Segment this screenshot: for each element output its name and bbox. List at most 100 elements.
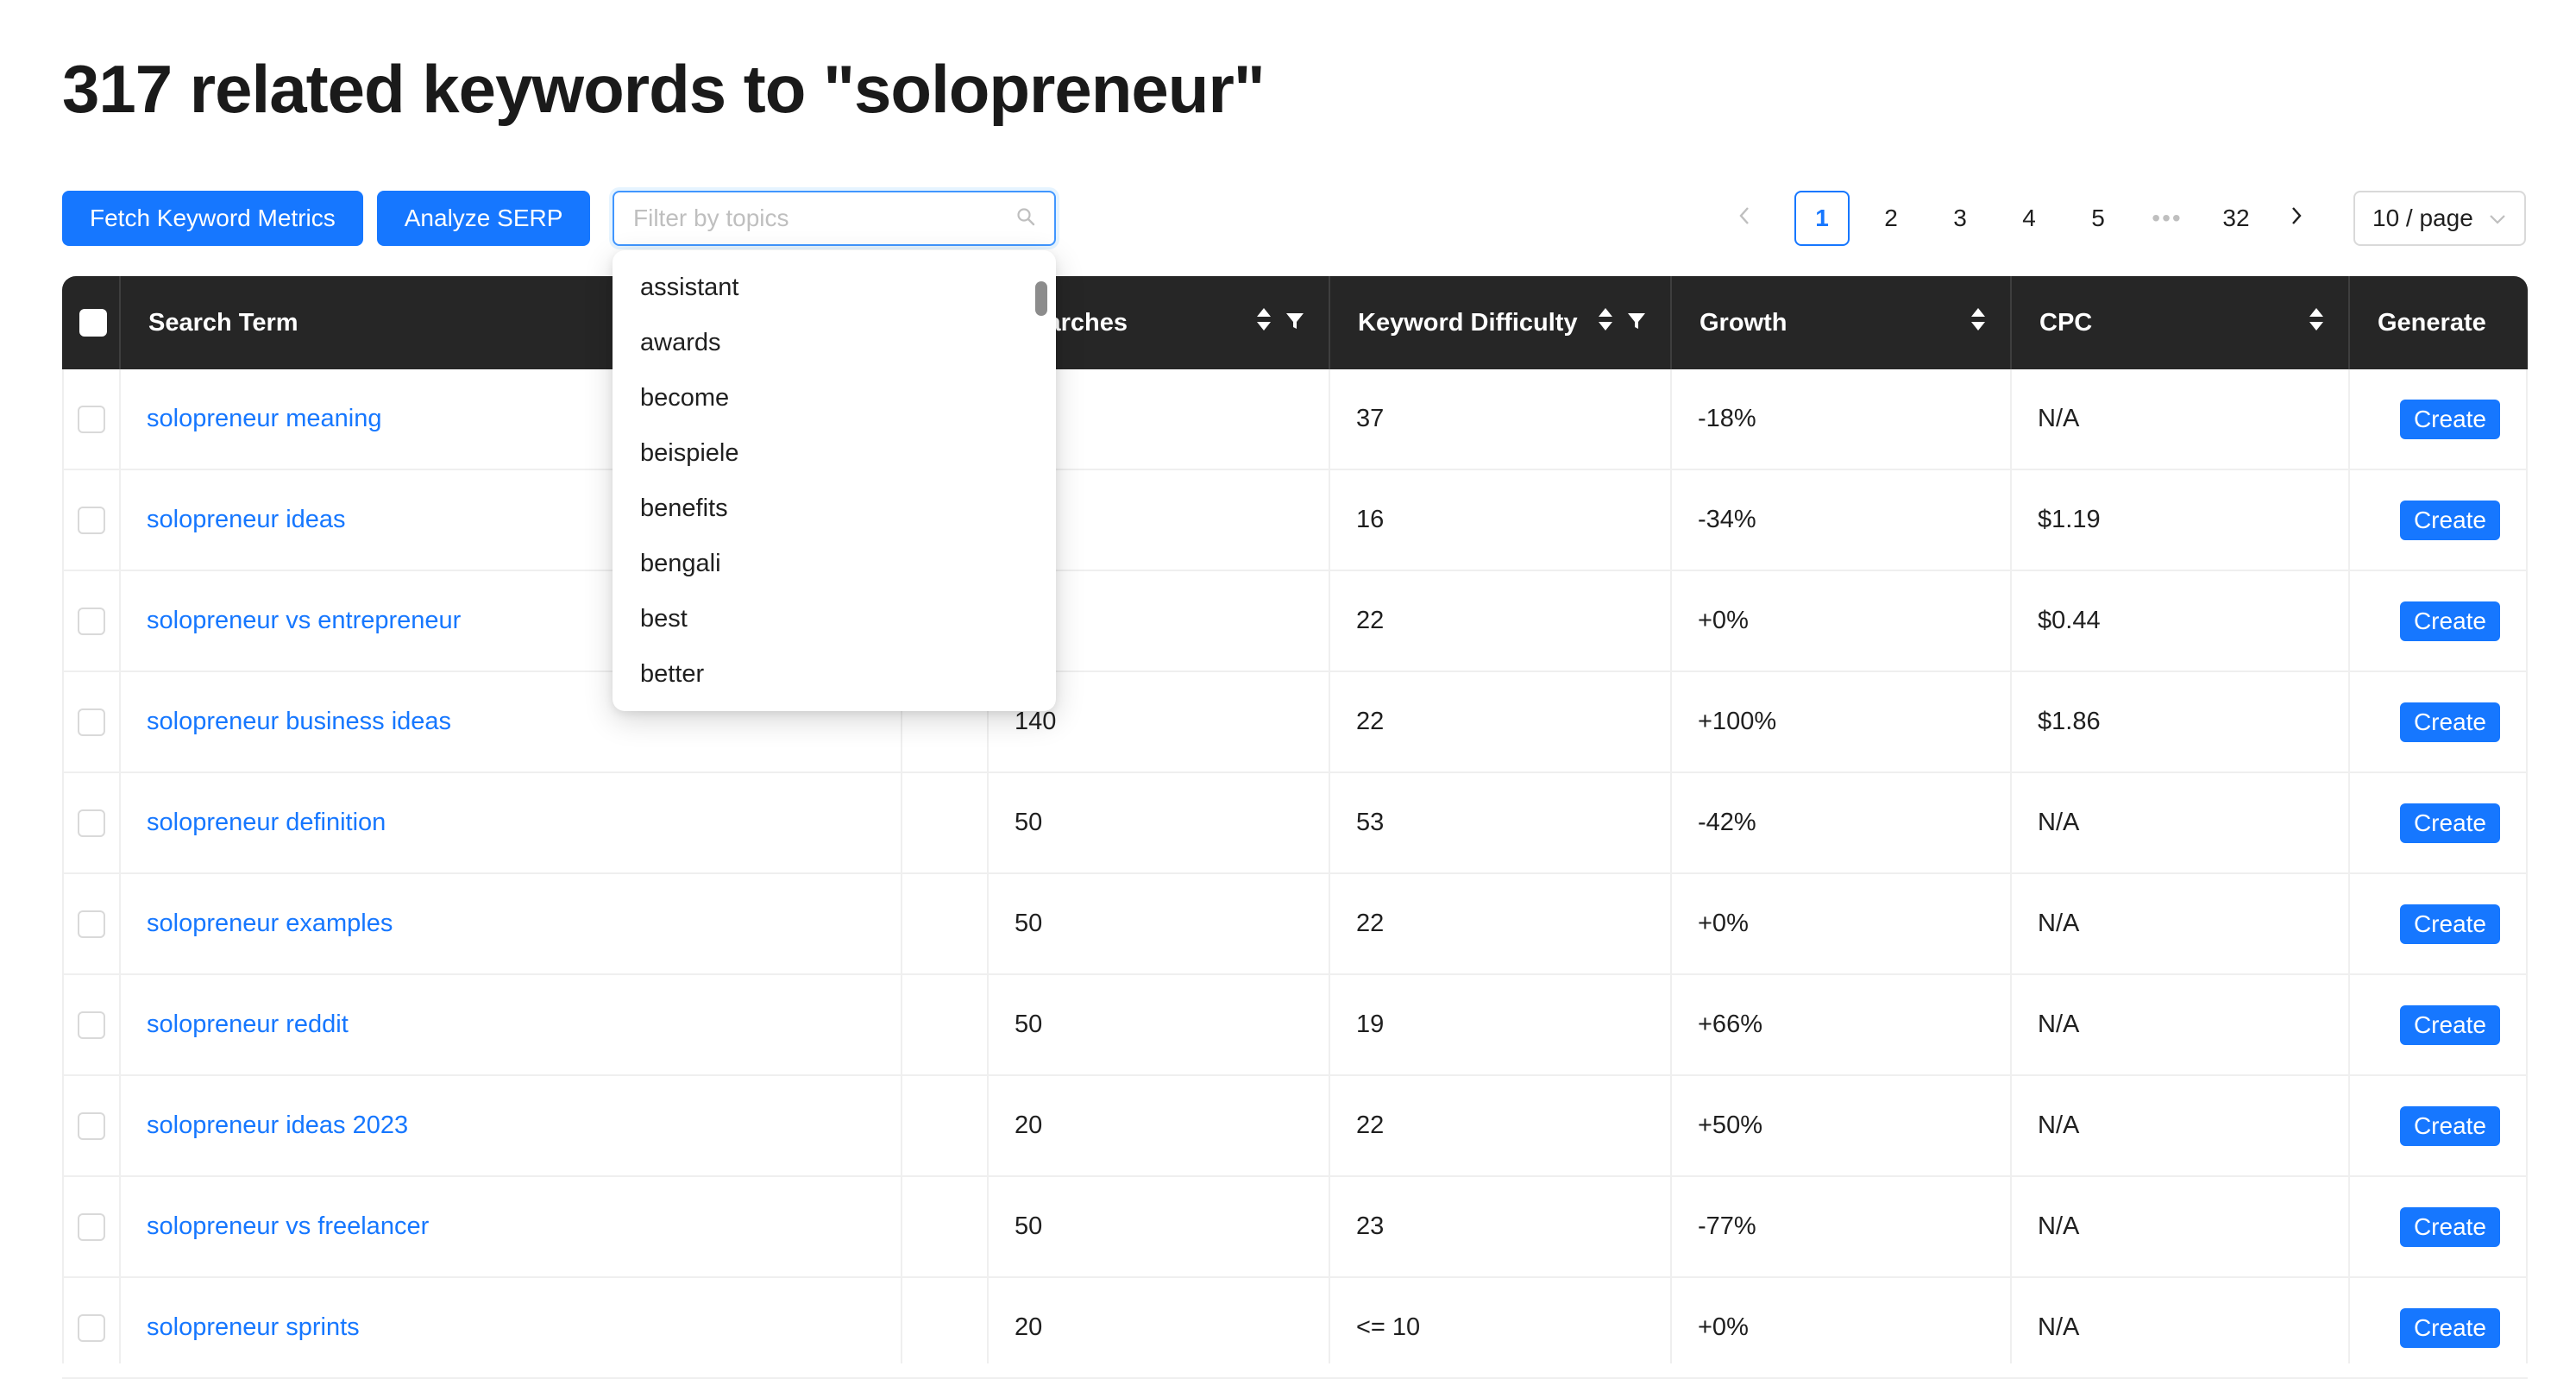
table-row: solopreneur reddit 50 19 +66% N/A Create (62, 975, 2528, 1076)
growth-cell: +0% (1670, 1278, 2010, 1377)
fetch-keyword-metrics-button[interactable]: Fetch Keyword Metrics (62, 191, 363, 246)
sort-icon[interactable] (1970, 306, 1986, 339)
difficulty-cell: 37 (1329, 369, 1670, 469)
topic-filter-input[interactable]: Filter by topics (613, 191, 1056, 246)
column-header-generate: Generate (2348, 276, 2528, 369)
growth-header-label: Growth (1700, 308, 1787, 337)
page-size-select[interactable]: 10 / page (2353, 191, 2526, 246)
page-3-button[interactable]: 3 (1932, 191, 1988, 246)
create-button[interactable]: Create (2399, 501, 2500, 540)
column-header-keyword-difficulty[interactable]: Keyword Difficulty (1329, 276, 1670, 369)
page-4-button[interactable]: 4 (2001, 191, 2057, 246)
generate-cell: Create (2348, 1177, 2528, 1276)
difficulty-cell: <= 10 (1329, 1278, 1670, 1377)
row-checkbox[interactable] (78, 608, 105, 635)
sort-icon[interactable] (1256, 306, 1272, 339)
create-button[interactable]: Create (2399, 702, 2500, 742)
page-32-button[interactable]: 32 (2208, 191, 2264, 246)
difficulty-cell: 22 (1329, 874, 1670, 973)
generate-cell: Create (2348, 672, 2528, 771)
searches-cell: 20 (987, 1278, 1329, 1377)
sort-icon[interactable] (1598, 306, 1613, 339)
search-term-link[interactable]: solopreneur meaning (147, 405, 381, 433)
search-term-link[interactable]: solopreneur vs entrepreneur (147, 607, 461, 635)
cpc-cell: N/A (2010, 874, 2348, 973)
create-button[interactable]: Create (2399, 400, 2500, 439)
growth-cell: +0% (1698, 607, 1749, 634)
create-button[interactable]: Create (2399, 1308, 2500, 1348)
page-2-button[interactable]: 2 (1863, 191, 1919, 246)
create-button[interactable]: Create (2399, 1005, 2500, 1045)
topic-option[interactable]: bengali (640, 536, 721, 591)
topic-option[interactable]: beispiele (640, 425, 738, 481)
difficulty-cell: 53 (1356, 809, 1385, 836)
search-term-link[interactable]: solopreneur sprints (147, 1313, 360, 1342)
cpc-cell: $0.44 (2038, 607, 2101, 634)
create-button[interactable]: Create (2399, 1207, 2500, 1247)
row-checkbox[interactable] (78, 708, 105, 736)
difficulty-cell: 22 (1356, 607, 1385, 634)
search-term-link[interactable]: solopreneur ideas 2023 (147, 1111, 408, 1140)
difficulty-cell: 16 (1356, 506, 1385, 533)
sort-icon[interactable] (2309, 306, 2324, 339)
row-checkbox[interactable] (78, 910, 105, 938)
searches-cell: 20 (1015, 1313, 1043, 1341)
create-button[interactable]: Create (2399, 1106, 2500, 1146)
cpc-cell: N/A (2038, 1111, 2080, 1139)
cpc-cell: N/A (2038, 1212, 2080, 1240)
searches-cell: 20 (987, 1076, 1329, 1175)
row-checkbox[interactable] (78, 507, 105, 534)
search-term-link[interactable]: solopreneur examples (147, 910, 393, 938)
create-button[interactable]: Create (2399, 601, 2500, 641)
page-1-button[interactable]: 1 (1794, 191, 1850, 246)
difficulty-cell: 16 (1329, 470, 1670, 570)
page-5-button[interactable]: 5 (2070, 191, 2126, 246)
page: 317 related keywords to "solopreneur" Fe… (0, 0, 2576, 1379)
dropdown-scrollbar[interactable] (1035, 281, 1047, 316)
row-checkbox[interactable] (78, 1112, 105, 1140)
analyze-serp-button[interactable]: Analyze SERP (376, 191, 591, 246)
create-button[interactable]: Create (2399, 803, 2500, 843)
searches-cell: 50 (1015, 1212, 1043, 1240)
searches-cell: 50 (1015, 1011, 1043, 1038)
generate-cell: Create (2348, 369, 2528, 469)
search-term-link[interactable]: solopreneur reddit (147, 1011, 349, 1039)
row-checkbox[interactable] (78, 809, 105, 837)
cpc-cell: N/A (2038, 405, 2080, 432)
topic-option[interactable]: awards (640, 315, 721, 370)
growth-cell: +0% (1698, 1313, 1749, 1341)
filter-icon[interactable] (1285, 309, 1304, 337)
toolbar: Fetch Keyword Metrics Analyze SERP (62, 191, 604, 246)
topic-option[interactable]: benefits (640, 481, 728, 536)
difficulty-cell: 22 (1329, 1076, 1670, 1175)
search-term-link[interactable]: solopreneur definition (147, 809, 386, 837)
generate-cell: Create (2348, 470, 2528, 570)
pagination-ellipsis[interactable]: ••• (2139, 191, 2195, 246)
row-checkbox[interactable] (78, 1213, 105, 1241)
difficulty-cell: 22 (1356, 708, 1385, 735)
search-term-link[interactable]: solopreneur ideas (147, 506, 346, 534)
growth-cell: -42% (1670, 773, 2010, 872)
topic-option[interactable]: become (640, 370, 729, 425)
search-term-link[interactable]: solopreneur business ideas (147, 708, 451, 736)
search-term-cell: solopreneur sprints (119, 1278, 901, 1377)
search-term-link[interactable]: solopreneur vs freelancer (147, 1212, 429, 1241)
topic-option[interactable]: better (640, 646, 704, 702)
next-page-button[interactable] (2269, 191, 2324, 246)
chevron-right-icon (2289, 205, 2304, 232)
topic-option[interactable]: best (640, 591, 688, 646)
difficulty-cell: 53 (1329, 773, 1670, 872)
filter-icon[interactable] (1627, 309, 1646, 337)
row-checkbox[interactable] (78, 406, 105, 433)
growth-cell: -34% (1698, 506, 1756, 533)
prev-page-button[interactable] (1717, 191, 1772, 246)
row-checkbox[interactable] (78, 1011, 105, 1039)
difficulty-cell: 23 (1356, 1212, 1385, 1240)
cpc-cell: N/A (2010, 1076, 2348, 1175)
create-button[interactable]: Create (2399, 904, 2500, 944)
topic-option[interactable]: assistant (640, 260, 738, 315)
column-header-growth[interactable]: Growth (1670, 276, 2010, 369)
column-header-cpc[interactable]: CPC (2010, 276, 2348, 369)
select-all-checkbox[interactable] (79, 309, 107, 337)
row-checkbox[interactable] (78, 1314, 105, 1342)
